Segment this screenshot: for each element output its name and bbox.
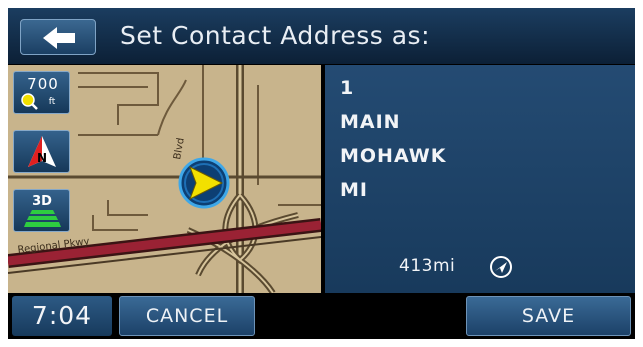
magnifier-icon: [21, 93, 38, 110]
zoom-scale-button[interactable]: 700 ft: [13, 71, 70, 114]
page-title: Set Contact Address as:: [120, 21, 430, 50]
bottom-bar: 7:04 CANCEL SAVE: [8, 293, 635, 339]
zoom-value: 700: [27, 75, 59, 93]
direction-arrow-icon: [490, 256, 512, 278]
view-3d-button[interactable]: 3D: [13, 189, 70, 232]
back-arrow-icon: [43, 27, 75, 49]
north-label: N: [37, 151, 47, 165]
back-button[interactable]: [20, 19, 96, 55]
address-state: MI: [340, 179, 368, 201]
address-city: MOHAWK: [340, 145, 447, 167]
header-bar: Set Contact Address as:: [8, 8, 635, 64]
address-street: MAIN: [340, 111, 401, 133]
north-compass-icon: N: [28, 136, 56, 167]
perspective-grid-icon: [24, 210, 61, 227]
vehicle-position-arrow-icon: [178, 157, 230, 209]
distance-readout: 413mi: [399, 256, 456, 276]
nav-screen: Set Contact Address as: Blvd Regional Pk…: [8, 8, 635, 339]
address-number: 1: [340, 77, 355, 99]
address-panel: 1 MAIN MOHAWK MI 413mi: [325, 65, 635, 293]
save-button[interactable]: SAVE: [466, 296, 631, 336]
zoom-unit: ft: [49, 97, 56, 107]
north-up-button[interactable]: N: [13, 130, 70, 173]
cancel-button[interactable]: CANCEL: [119, 296, 255, 336]
view-3d-label: 3D: [32, 194, 52, 209]
clock-display: 7:04: [12, 296, 112, 336]
map-view[interactable]: Blvd Regional Pkwy 700 ft N 3D: [8, 65, 321, 293]
